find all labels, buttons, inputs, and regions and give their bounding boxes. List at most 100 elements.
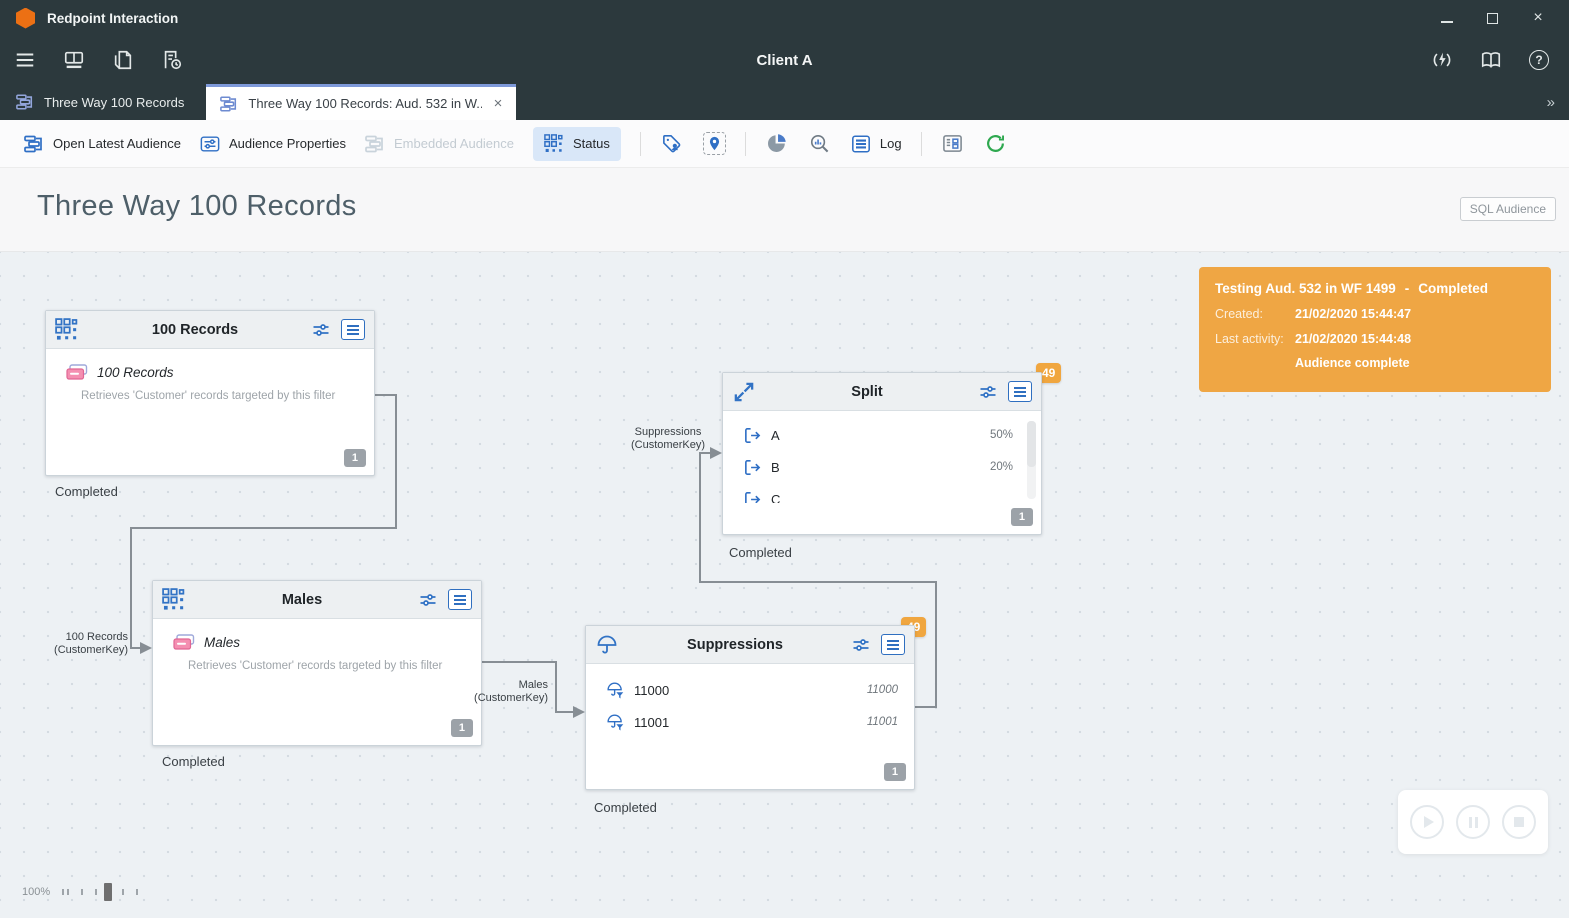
split-row-c[interactable]: C	[723, 483, 1023, 503]
branch-percent: 50%	[990, 429, 1023, 441]
node-header: 100 Records	[46, 311, 374, 349]
branch-name: A	[771, 428, 780, 443]
split-row-a[interactable]: A 50%	[723, 419, 1023, 451]
edge-source: Suppressions	[617, 426, 719, 439]
split-row-b[interactable]: B 20%	[723, 451, 1023, 483]
output-branch-icon	[743, 490, 762, 504]
stop-icon	[1514, 817, 1524, 827]
node-body: 11000 11000 11001 11001 1	[586, 664, 914, 789]
app-bar: Client A ?	[0, 36, 1569, 84]
filter-name: 100 Records	[97, 365, 174, 380]
play-button[interactable]	[1410, 805, 1444, 839]
edge-key: (CustomerKey)	[28, 644, 128, 657]
page-header: Three Way 100 Records SQL Audience	[0, 168, 1569, 252]
node-split[interactable]: Split A 50% B	[722, 372, 1042, 535]
refresh-icon[interactable]	[984, 132, 1008, 156]
edge-label-100-records: 100 Records (CustomerKey)	[28, 631, 128, 657]
node-body: 100 Records Retrieves 'Customer' records…	[46, 349, 374, 475]
workflow-canvas[interactable]: Testing Aud. 532 in WF 1499 - Completed …	[0, 252, 1569, 918]
filter-item: Males	[153, 619, 481, 651]
umbrella-suppression-icon	[595, 633, 619, 657]
zoom-control: 100%	[22, 882, 182, 902]
filter-name: Males	[204, 635, 240, 650]
sql-audience-badge: SQL Audience	[1460, 197, 1556, 221]
branch-name: C	[771, 492, 780, 504]
suppression-row[interactable]: 11001 11001	[586, 706, 914, 738]
toolbar-separator	[745, 132, 746, 156]
audience-properties-button[interactable]: Audience Properties	[200, 134, 346, 154]
node-suppressions[interactable]: Suppressions 11000 11000	[585, 625, 915, 790]
audience-flow-icon	[24, 134, 44, 154]
button-label: Status	[573, 136, 610, 151]
minimize-button[interactable]	[1441, 21, 1453, 23]
tab-overflow-chevron-icon[interactable]: »	[1547, 94, 1569, 111]
audience-cards-icon[interactable]	[941, 132, 965, 156]
sync-flash-icon[interactable]	[1431, 49, 1453, 71]
node-list-button[interactable]	[881, 634, 905, 655]
window-title: Redpoint Interaction	[47, 11, 178, 26]
tagged-audience-icon[interactable]	[660, 132, 684, 156]
document-history-icon[interactable]	[161, 49, 183, 71]
node-scrollbar[interactable]	[1027, 421, 1036, 499]
branch-percent: 20%	[990, 461, 1023, 473]
edge-label-suppressions: Suppressions (CustomerKey)	[617, 426, 719, 452]
documentation-book-icon[interactable]	[1480, 49, 1502, 71]
open-latest-audience-button[interactable]: Open Latest Audience	[24, 134, 181, 154]
toolbar-separator	[640, 132, 641, 156]
help-icon[interactable]: ?	[1529, 50, 1549, 70]
created-value: 21/02/2020 15:44:47	[1295, 307, 1411, 321]
toolbar-separator	[921, 132, 922, 156]
node-title: Suppressions	[626, 637, 844, 653]
node-list-button[interactable]	[341, 319, 365, 340]
output-branch-icon	[743, 458, 762, 477]
zoom-slider[interactable]	[62, 882, 182, 902]
tab-three-way-100-records[interactable]: Three Way 100 Records	[0, 84, 206, 120]
zoom-level: 100%	[22, 886, 50, 898]
node-settings-icon[interactable]	[851, 635, 871, 655]
branch-name: B	[771, 460, 780, 475]
filter-description: Retrieves 'Customer' records targeted by…	[188, 660, 481, 672]
node-100-records[interactable]: 100 Records 100 Records Retrieves 'Custo…	[45, 310, 375, 476]
node-status-label: Completed	[55, 484, 118, 499]
region-selection-icon[interactable]	[703, 132, 726, 155]
node-status-label: Completed	[594, 800, 657, 815]
node-males[interactable]: Males Males Retrieves 'Customer' records…	[152, 580, 482, 746]
node-list-button[interactable]	[448, 589, 472, 610]
close-tab-icon[interactable]: ×	[492, 94, 505, 113]
suppression-value: 11000	[867, 684, 914, 696]
run-status-panel: Testing Aud. 532 in WF 1499 - Completed …	[1199, 267, 1551, 392]
node-settings-icon[interactable]	[311, 320, 331, 340]
workspace-panels-icon[interactable]	[63, 49, 85, 71]
node-list-button[interactable]	[1008, 381, 1032, 402]
window-titlebar: Redpoint Interaction ×	[0, 0, 1569, 36]
pause-icon	[1469, 817, 1478, 828]
node-settings-icon[interactable]	[418, 590, 438, 610]
insight-search-icon[interactable]	[808, 132, 832, 156]
last-activity-value: 21/02/2020 15:44:48	[1295, 332, 1411, 346]
log-button[interactable]: Log	[851, 134, 902, 154]
zoom-slider-handle[interactable]	[104, 883, 112, 901]
node-title: Males	[193, 592, 411, 608]
close-window-button[interactable]: ×	[1531, 11, 1545, 25]
maximize-button[interactable]	[1487, 13, 1498, 24]
pause-button[interactable]	[1456, 805, 1490, 839]
status-toggle-button[interactable]: Status	[533, 127, 621, 161]
stop-button[interactable]	[1502, 805, 1536, 839]
audience-flow-icon	[220, 95, 238, 113]
created-label: Created:	[1215, 307, 1295, 321]
pie-chart-icon[interactable]	[765, 132, 789, 156]
node-badge: 1	[1011, 508, 1033, 526]
node-body: A 50% B 20% C 1	[723, 411, 1041, 534]
node-settings-icon[interactable]	[978, 382, 998, 402]
run-name: Testing Aud. 532 in WF 1499	[1215, 281, 1396, 296]
log-lines-icon	[851, 134, 871, 154]
tab-label: Three Way 100 Records	[44, 95, 184, 110]
new-document-icon[interactable]	[112, 49, 134, 71]
menu-hamburger-icon[interactable]	[14, 49, 36, 71]
app-window: Redpoint Interaction × Client A	[0, 0, 1569, 918]
node-status-label: Completed	[729, 545, 792, 560]
edge-key: (CustomerKey)	[458, 692, 548, 705]
node-body: Males Retrieves 'Customer' records targe…	[153, 619, 481, 745]
tab-audience-532-active[interactable]: Three Way 100 Records: Aud. 532 in W... …	[206, 84, 516, 120]
suppression-row[interactable]: 11000 11000	[586, 674, 914, 706]
